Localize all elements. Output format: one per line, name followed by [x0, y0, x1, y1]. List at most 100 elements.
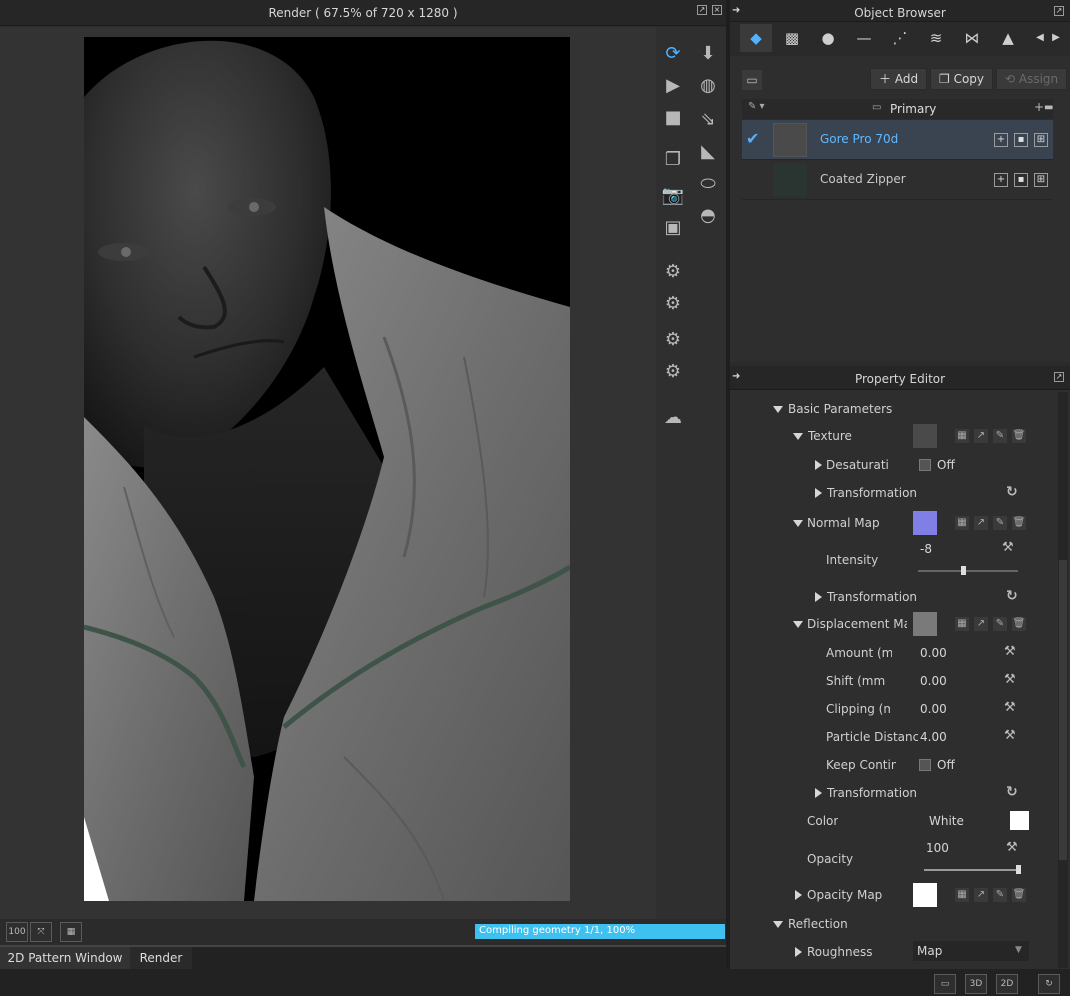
open-icon[interactable]: ↗	[974, 617, 988, 631]
popout-icon[interactable]: ↗	[697, 5, 707, 15]
popout-icon[interactable]: ↗	[1054, 372, 1064, 382]
material-group-header[interactable]: ✎ ▾ ▭ Primary + ▬	[742, 99, 1053, 119]
edit-texture-icon[interactable]: ✎	[993, 429, 1007, 443]
add-to-garment-icon[interactable]: +	[994, 173, 1008, 187]
panel-arrow-icon[interactable]: ➜	[732, 366, 740, 388]
shift-value[interactable]: 0.00	[920, 674, 947, 688]
amount-value[interactable]: 0.00	[920, 646, 947, 660]
view-2d-button[interactable]: 2D	[996, 974, 1018, 994]
trim-icon[interactable]: ▲	[992, 24, 1024, 52]
expand-arrow-icon[interactable]	[815, 788, 822, 798]
delete-icon[interactable]: 🗑	[1012, 617, 1026, 631]
opacity-slider-handle[interactable]	[1016, 865, 1021, 874]
cloud-render-icon[interactable]: ☁	[658, 405, 688, 431]
edit-texture-icon[interactable]: ✎	[993, 617, 1007, 631]
wrench-icon[interactable]: ⚒	[1004, 728, 1016, 743]
copy-button[interactable]: ❐ Copy	[930, 68, 994, 90]
desaturate-checkbox[interactable]	[919, 459, 931, 471]
camera-settings-icon[interactable]: ⚙	[658, 291, 688, 317]
view-3d-button[interactable]: 3D	[965, 974, 987, 994]
opacity-slider[interactable]	[924, 869, 1020, 871]
wrench-icon[interactable]: ⚒	[1004, 644, 1016, 659]
tab-scroll-left-icon[interactable]: ◀	[1032, 24, 1048, 52]
wrench-icon[interactable]: ⚒	[1004, 672, 1016, 687]
render-copy-icon[interactable]: ❐	[658, 147, 688, 173]
dome-light-icon[interactable]: ◓	[693, 203, 723, 229]
collapse-arrow-icon[interactable]	[793, 621, 803, 628]
zipper-icon[interactable]: ≋	[920, 24, 952, 52]
render-settings-icon[interactable]: ⚙	[658, 359, 688, 385]
delete-material-icon[interactable]: ⊞	[1034, 133, 1048, 147]
chevron-down-icon[interactable]: ▼	[1015, 945, 1022, 955]
tab-scroll-right-icon[interactable]: ▶	[1048, 24, 1064, 52]
popout-icon[interactable]: ↗	[1054, 6, 1064, 16]
material-row[interactable]: ✔ Gore Pro 70d + ▪ ⊞	[742, 120, 1053, 160]
directional-light-icon[interactable]: ⇘	[693, 107, 723, 133]
property-scrollbar[interactable]	[1058, 392, 1068, 968]
intensity-value[interactable]: -8	[920, 542, 932, 556]
opacity-map-swatch[interactable]	[913, 883, 937, 907]
duplicate-icon[interactable]: ▪	[1014, 173, 1028, 187]
reset-icon[interactable]: ↻	[1006, 588, 1018, 604]
delete-icon[interactable]: 🗑	[1012, 516, 1026, 530]
color-swatch[interactable]	[1010, 811, 1029, 830]
open-icon[interactable]: ↗	[974, 429, 988, 443]
fit-view-icon[interactable]: ⤧	[30, 922, 52, 942]
layout-icon[interactable]: ▭	[934, 974, 956, 994]
auto-render-icon[interactable]: ⟳	[658, 41, 688, 67]
expand-arrow-icon[interactable]	[795, 890, 802, 900]
wrench-icon[interactable]: ⚒	[1002, 540, 1014, 555]
collapse-arrow-icon[interactable]	[793, 520, 803, 527]
delete-icon[interactable]: 🗑	[1012, 888, 1026, 902]
render-stop-icon[interactable]: ■	[658, 105, 688, 131]
texture-swatch[interactable]	[913, 424, 937, 448]
environment-settings-icon[interactable]: ⚙	[658, 259, 688, 285]
fabric-icon[interactable]: ◆	[740, 24, 772, 52]
grid-icon[interactable]: ▦	[955, 617, 969, 631]
expand-arrow-icon[interactable]	[815, 488, 822, 498]
grid-icon[interactable]: ▦	[955, 429, 969, 443]
close-icon[interactable]: ×	[712, 5, 722, 15]
sync-icon[interactable]: ↻	[1038, 974, 1060, 994]
bow-icon[interactable]: ⋈	[956, 24, 988, 52]
expand-arrow-icon[interactable]	[815, 460, 822, 470]
edit-texture-icon[interactable]: ✎	[993, 516, 1007, 530]
particle-distance-value[interactable]: 4.00	[920, 730, 947, 744]
reset-icon[interactable]: ↻	[1006, 484, 1018, 500]
tab-2d-pattern-window[interactable]: 2D Pattern Window	[0, 947, 130, 969]
cylinder-light-icon[interactable]: ⬭	[693, 171, 723, 197]
expand-arrow-icon[interactable]	[815, 592, 822, 602]
intensity-slider[interactable]	[918, 570, 1018, 572]
property-scrollbar-thumb[interactable]	[1059, 560, 1067, 860]
normal-map-swatch[interactable]	[913, 511, 937, 535]
delete-material-icon[interactable]: ⊞	[1034, 173, 1048, 187]
add-button[interactable]: ＋ Add	[870, 68, 928, 90]
grid-icon[interactable]: ▦	[60, 922, 82, 942]
add-group-icon[interactable]: +	[1034, 100, 1044, 114]
opacity-value[interactable]: 100	[926, 841, 949, 855]
texture-icon[interactable]: ▩	[776, 24, 808, 52]
image-icon[interactable]: ▣	[658, 215, 688, 241]
light-settings-icon[interactable]: ⚙	[658, 327, 688, 353]
reset-icon[interactable]: ↻	[1006, 784, 1018, 800]
keep-continuity-checkbox[interactable]	[919, 759, 931, 771]
delete-icon[interactable]: 🗑	[1012, 429, 1026, 443]
button-icon[interactable]: ●	[812, 24, 844, 52]
wrench-icon[interactable]: ⚒	[1006, 840, 1018, 855]
zoom-100-button[interactable]: 100	[6, 922, 28, 942]
import-icon[interactable]: ⬇	[693, 41, 723, 67]
folder-icon[interactable]: ▭	[742, 70, 762, 90]
add-to-garment-icon[interactable]: +	[994, 133, 1008, 147]
spot-light-icon[interactable]: ◣	[693, 139, 723, 165]
edit-texture-icon[interactable]: ✎	[993, 888, 1007, 902]
material-row[interactable]: Coated Zipper + ▪ ⊞	[742, 160, 1053, 200]
collapse-arrow-icon[interactable]	[793, 433, 803, 440]
line-icon[interactable]: ⋰	[884, 24, 916, 52]
assign-button[interactable]: ⟲ Assign	[996, 68, 1068, 90]
collapse-arrow-icon[interactable]	[773, 921, 783, 928]
intensity-slider-handle[interactable]	[961, 566, 966, 575]
tab-render[interactable]: Render	[130, 947, 192, 969]
roughness-select[interactable]: Map ▼	[913, 941, 1029, 961]
clipping-value[interactable]: 0.00	[920, 702, 947, 716]
wrench-icon[interactable]: ⚒	[1004, 700, 1016, 715]
